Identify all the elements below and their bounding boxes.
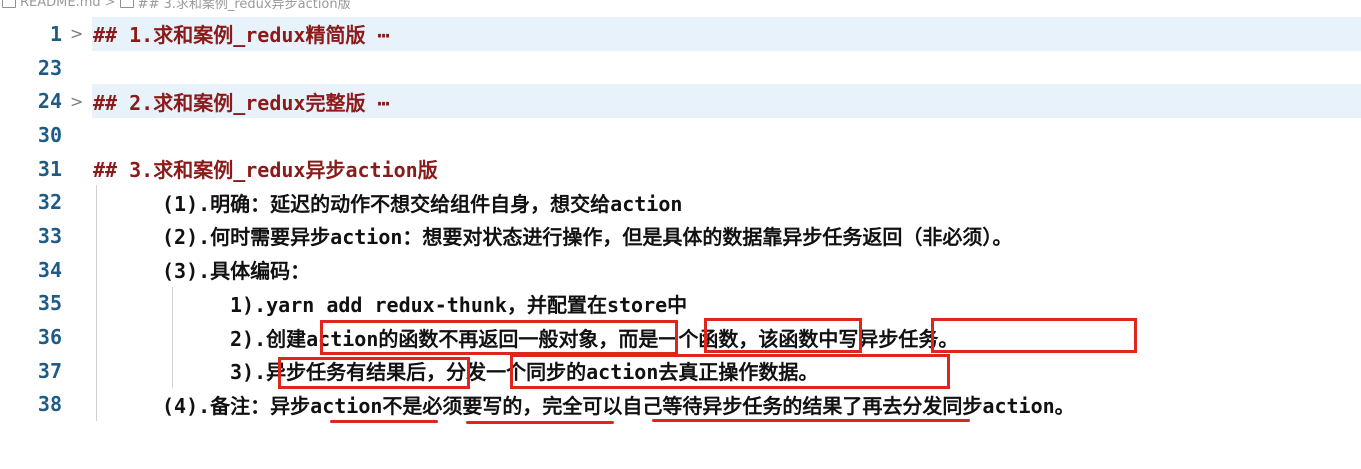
line-number: 35	[37, 291, 62, 316]
line-number: 37	[37, 358, 62, 383]
annotation-underline	[652, 419, 970, 422]
annotation-box	[704, 318, 862, 353]
editor-line-23[interactable]: 23	[0, 51, 1361, 85]
line-text: (1).明确：延迟的动作不想交给组件自身，想交给action	[162, 191, 683, 216]
breadcrumb-section[interactable]: ## 3.求和案例_redux异步action版	[138, 0, 351, 12]
indent-guide	[96, 353, 97, 388]
indent-guide	[172, 286, 173, 321]
line-number: 32	[37, 190, 62, 215]
indent-guide	[96, 387, 97, 422]
line-number: 31	[37, 156, 62, 181]
indent-guide	[96, 286, 97, 321]
section-icon	[119, 0, 134, 8]
line-number: 33	[37, 223, 62, 248]
folded-ellipsis-icon[interactable]: ⋯	[378, 91, 390, 115]
breadcrumb-file[interactable]: README.md	[20, 0, 101, 10]
indent-guide	[96, 219, 97, 253]
annotation-box	[320, 320, 678, 355]
annotation-underline	[466, 421, 614, 424]
indent-guide	[96, 320, 97, 354]
line-text: 1).yarn add redux-thunk，并配置在store中	[230, 292, 688, 317]
indent-guide	[96, 185, 97, 220]
heading-text: ## 1.求和案例_redux精简版 ⋯	[93, 23, 390, 48]
breadcrumb: README.md > ## 3.求和案例_redux异步action版	[0, 0, 351, 12]
editor-line-33[interactable]: 33 (2).何时需要异步action：想要对状态进行操作，但是具体的数据靠异步…	[0, 219, 1361, 253]
editor-line-36[interactable]: 36 2).创建action的函数不再返回一般对象，而是一个函数，该函数中写异步…	[0, 320, 1361, 354]
fold-chevron-icon[interactable]: >	[70, 24, 83, 43]
editor-line-1[interactable]: 1 > ## 1.求和案例_redux精简版 ⋯	[0, 17, 1361, 51]
line-text: (4).备注：异步action不是必须要写的，完全可以自己等待异步任务的结果了再…	[162, 393, 1075, 418]
editor-line-30[interactable]: 30	[0, 118, 1361, 152]
line-text: (2).何时需要异步action：想要对状态进行操作，但是具体的数据靠异步任务返…	[162, 225, 1013, 250]
line-number: 36	[37, 325, 62, 350]
editor-line-35[interactable]: 35 1).yarn add redux-thunk，并配置在store中	[0, 286, 1361, 321]
breadcrumb-separator: >	[104, 0, 116, 10]
editor-line-31[interactable]: 31 ## 3.求和案例_redux异步action版	[0, 152, 1361, 186]
indent-guide	[172, 353, 173, 388]
editor-line-32[interactable]: 32 (1).明确：延迟的动作不想交给组件自身，想交给action	[0, 185, 1361, 220]
annotation-underline	[330, 420, 438, 423]
editor-line-24[interactable]: 24 > ## 2.求和案例_redux完整版 ⋯	[0, 84, 1361, 118]
markdown-file-icon	[2, 0, 16, 8]
line-number: 38	[37, 392, 62, 417]
heading-text: ## 3.求和案例_redux异步action版	[93, 158, 438, 183]
indent-guide	[96, 252, 97, 287]
annotation-box	[278, 357, 470, 389]
editor-line-34[interactable]: 34 (3).具体编码：	[0, 252, 1361, 287]
line-number: 30	[37, 122, 62, 147]
annotation-box	[931, 318, 1137, 353]
indent-guide	[172, 320, 173, 354]
folded-ellipsis-icon[interactable]: ⋯	[378, 23, 390, 47]
editor-line-38[interactable]: 38 (4).备注：异步action不是必须要写的，完全可以自己等待异步任务的结…	[0, 387, 1361, 422]
annotation-box	[510, 354, 950, 389]
fold-chevron-icon[interactable]: >	[70, 92, 83, 111]
line-number: 23	[37, 55, 62, 80]
line-number: 24	[37, 89, 62, 114]
heading-text: ## 2.求和案例_redux完整版 ⋯	[93, 90, 390, 115]
line-number: 34	[37, 257, 62, 282]
line-text: (3).具体编码：	[162, 259, 311, 284]
line-number: 1	[49, 21, 62, 46]
